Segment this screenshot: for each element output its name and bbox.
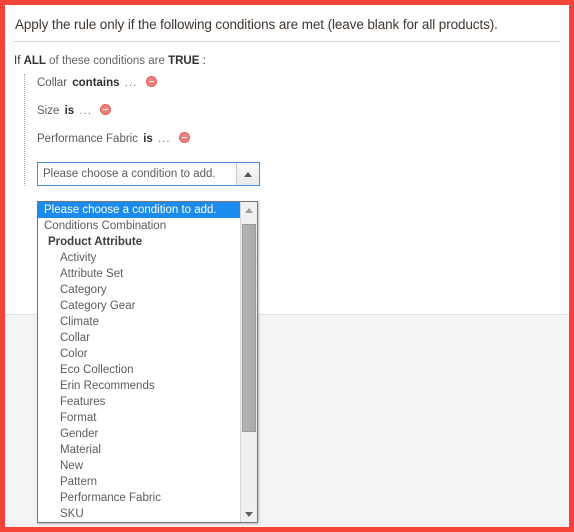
conditions-list: Collar contains ... Size is ... Performa… — [24, 74, 569, 186]
dropdown-option[interactable]: Eco Collection — [38, 362, 240, 378]
dropdown-option[interactable]: Pattern — [38, 474, 240, 490]
dropdown-option[interactable]: Category Gear — [38, 298, 240, 314]
dropdown-option[interactable]: Performance Fabric — [38, 490, 240, 506]
dropdown-option[interactable]: Format — [38, 410, 240, 426]
if-middle-label: of these conditions are — [49, 55, 165, 67]
dropdown-option[interactable]: Gender — [38, 426, 240, 442]
condition-attribute[interactable]: Collar — [37, 77, 67, 89]
dropdown-option[interactable]: Erin Recommends — [38, 378, 240, 394]
conditions-aggregator-line: If ALL of these conditions are TRUE : — [14, 54, 569, 69]
caret-up-icon — [244, 171, 252, 177]
dropdown-option[interactable]: Conditions Combination — [38, 218, 240, 234]
dropdown-option[interactable]: Please choose a condition to add. — [38, 202, 240, 218]
add-condition-select-wrap: Please choose a condition to add. — [37, 162, 260, 186]
condition-row: Performance Fabric is ... — [37, 132, 569, 160]
dropdown-option[interactable]: Material — [38, 442, 240, 458]
condition-attribute[interactable]: Performance Fabric — [37, 133, 138, 145]
conditions-body: If ALL of these conditions are TRUE : Co… — [5, 42, 569, 186]
dropdown-scrollbar[interactable] — [240, 202, 257, 522]
dropdown-option[interactable]: Category — [38, 282, 240, 298]
if-suffix-label: : — [202, 55, 206, 67]
page-content: Apply the rule only if the following con… — [5, 5, 569, 527]
condition-value[interactable]: ... — [158, 133, 171, 145]
condition-row: Collar contains ... — [37, 76, 569, 104]
dropdown-option[interactable]: Attribute Set — [38, 266, 240, 282]
aggregator-selector[interactable]: ALL — [24, 55, 46, 67]
condition-attribute[interactable]: Size — [37, 105, 59, 117]
scrollbar-track[interactable] — [241, 218, 257, 506]
add-condition-selected-value: Please choose a condition to add. — [43, 168, 216, 180]
scroll-down-button[interactable] — [241, 506, 257, 522]
remove-condition-icon[interactable] — [145, 76, 157, 87]
condition-operator[interactable]: contains — [72, 77, 119, 89]
scroll-up-arrow-icon — [245, 207, 253, 213]
condition-operator[interactable]: is — [143, 133, 153, 145]
condition-operator[interactable]: is — [65, 105, 75, 117]
dropdown-option[interactable]: Activity — [38, 250, 240, 266]
if-prefix-label: If — [14, 55, 21, 67]
condition-row: Size is ... — [37, 104, 569, 132]
dropdown-option[interactable]: Collar — [38, 330, 240, 346]
condition-value[interactable]: ... — [125, 77, 138, 89]
dropdown-option[interactable]: Climate — [38, 314, 240, 330]
scrollbar-thumb[interactable] — [242, 224, 256, 432]
screenshot-root: Apply the rule only if the following con… — [0, 0, 574, 532]
dropdown-option[interactable]: New — [38, 458, 240, 474]
dropdown-option[interactable]: SKU — [38, 506, 240, 522]
dropdown-option[interactable]: Features — [38, 394, 240, 410]
aggregator-value-selector[interactable]: TRUE — [168, 55, 199, 67]
condition-value[interactable]: ... — [79, 105, 92, 117]
dropdown-option-group-label: Product Attribute — [48, 236, 143, 248]
scroll-down-arrow-icon — [245, 511, 253, 517]
add-condition-select[interactable]: Please choose a condition to add. — [37, 162, 260, 186]
remove-condition-icon[interactable] — [100, 104, 112, 115]
add-condition-dropdown[interactable]: Please choose a condition to add. Condit… — [37, 201, 258, 523]
select-toggle-button[interactable] — [236, 163, 259, 185]
scroll-up-button[interactable] — [241, 202, 257, 218]
dropdown-option[interactable]: Color — [38, 346, 240, 362]
section-title: Apply the rule only if the following con… — [15, 17, 498, 32]
dropdown-options[interactable]: Please choose a condition to add. Condit… — [38, 202, 240, 522]
remove-condition-icon[interactable] — [178, 132, 190, 143]
